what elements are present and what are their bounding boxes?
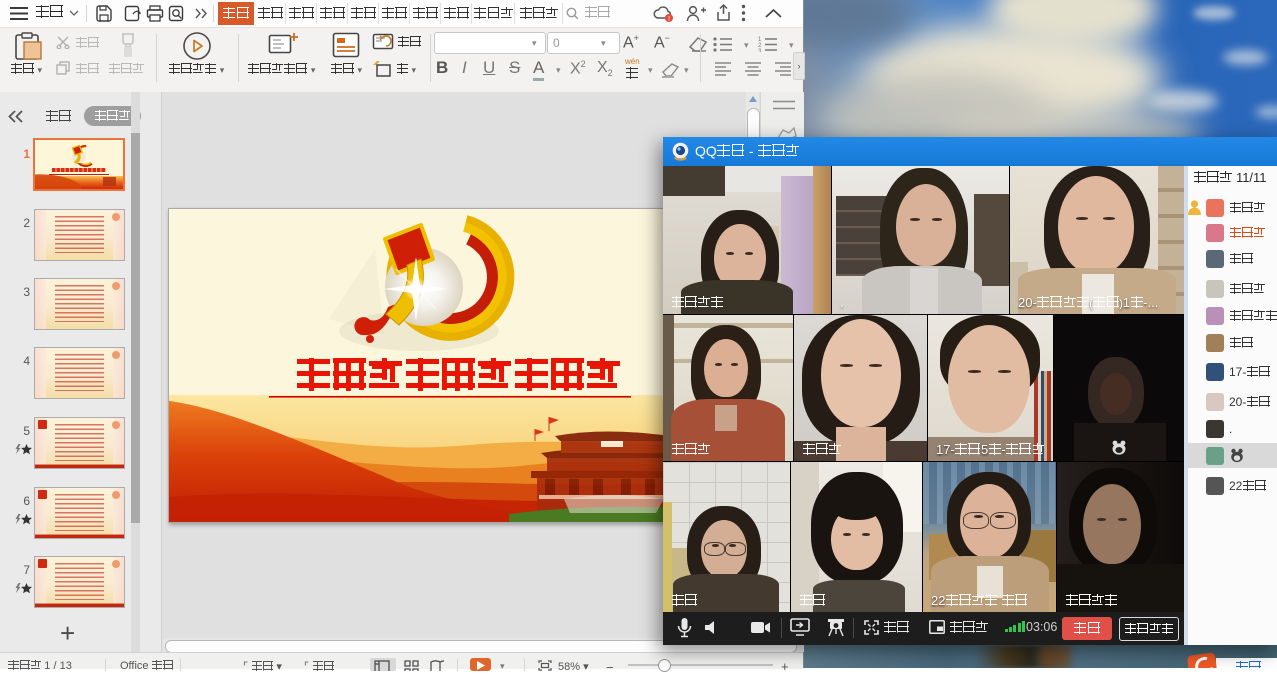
svg-text:3: 3 — [758, 49, 762, 52]
svg-text:!: ! — [668, 16, 670, 23]
